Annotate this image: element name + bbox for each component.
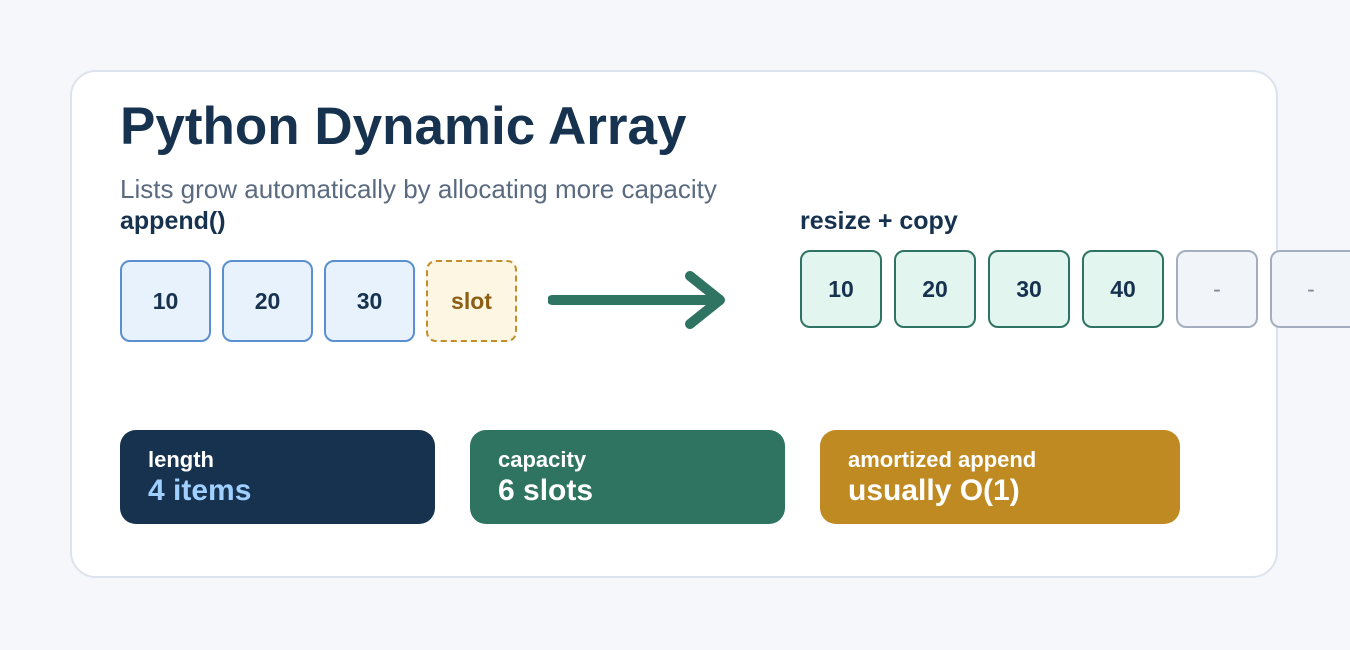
resize-label: resize + copy: [800, 207, 958, 235]
capacity-stat-label: capacity: [498, 447, 587, 472]
length-stat-label: length: [148, 447, 214, 472]
length-stat-value: 4 items: [148, 474, 252, 507]
array-cell-after: 10: [800, 250, 882, 328]
array-cell-before: 30: [324, 260, 415, 342]
capacity-stat: capacity 6 slots: [470, 430, 785, 524]
array-cell-after: 20: [894, 250, 976, 328]
length-stat: length 4 items: [120, 430, 435, 524]
right-arrow-icon: [548, 271, 725, 329]
array-cell-empty: -: [1176, 250, 1258, 328]
page-title: Python Dynamic Array: [120, 97, 687, 156]
amortized-stat-value: usually O(1): [848, 474, 1020, 507]
array-cell-after: 30: [988, 250, 1070, 328]
amortized-stat: amortized append usually O(1): [820, 430, 1180, 524]
array-cell-after: 40: [1082, 250, 1164, 328]
array-cell-before: 10: [120, 260, 211, 342]
array-cell-slot: slot: [426, 260, 517, 342]
array-cell-empty: -: [1270, 250, 1350, 328]
capacity-stat-value: 6 slots: [498, 474, 594, 507]
append-label: append(): [120, 207, 226, 235]
page-subtitle: Lists grow automatically by allocating m…: [120, 174, 717, 204]
array-cell-before: 20: [222, 260, 313, 342]
amortized-stat-label: amortized append: [848, 447, 1037, 472]
